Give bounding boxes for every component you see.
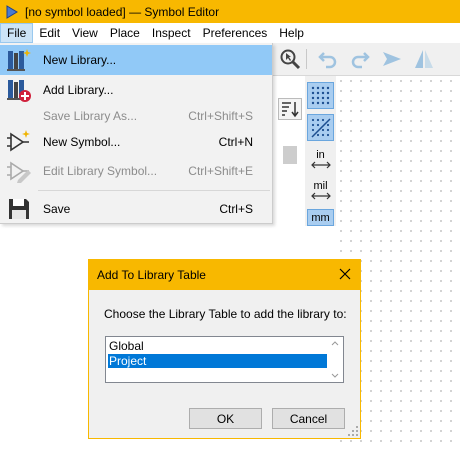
menu-item-label: Edit Library Symbol... [43, 164, 158, 178]
grid-overrides-button[interactable] [307, 114, 334, 141]
add-to-library-table-dialog: Add To Library Table Choose the Library … [88, 259, 361, 439]
units-mils-label: mil [313, 180, 328, 192]
app-icon [6, 4, 18, 19]
list-item-global[interactable]: Global [108, 339, 144, 353]
double-arrow-icon [310, 192, 331, 200]
save-icon [6, 196, 32, 222]
library-table-list[interactable]: Global Project [105, 336, 344, 383]
cancel-button[interactable]: Cancel [272, 408, 345, 429]
menu-item-edit-library-symbol[interactable]: Edit Library Symbol... Ctrl+Shift+E [0, 156, 272, 186]
menu-item-save[interactable]: Save Ctrl+S [0, 194, 272, 224]
sort-button[interactable] [278, 98, 302, 120]
units-mm-button[interactable]: mm [307, 209, 334, 226]
menu-item-new-symbol[interactable]: New Symbol... Ctrl+N [0, 127, 272, 157]
close-icon[interactable] [338, 267, 352, 281]
grid-icon [311, 86, 329, 104]
menu-item-label: Add Library... [43, 83, 114, 97]
file-menu-dropdown: New Library... Add Library... Save Libra… [0, 43, 273, 224]
menu-view[interactable]: View [66, 23, 104, 43]
menu-item-shortcut: Ctrl+N [218, 135, 253, 149]
left-toolbar: in mil mm [305, 76, 336, 226]
menu-bar: File Edit View Place Inspect Preferences… [0, 23, 460, 44]
zoom-selection-button[interactable] [278, 47, 302, 71]
list-item-project[interactable]: Project [108, 354, 327, 368]
menu-separator [38, 190, 270, 191]
sort-icon [282, 102, 299, 118]
units-mils-button[interactable]: mil [307, 177, 334, 204]
rotate-button[interactable] [380, 47, 404, 71]
mirror-button[interactable] [412, 47, 436, 71]
add-library-icon [6, 77, 32, 103]
menu-item-shortcut: Ctrl+Shift+S [188, 109, 253, 123]
menu-place[interactable]: Place [104, 23, 146, 43]
dialog-title-bar: Add To Library Table [89, 260, 360, 290]
menu-item-label: Save Library As... [43, 109, 138, 123]
library-panel [272, 76, 305, 226]
menu-file[interactable]: File [0, 23, 34, 43]
grid-overrides-icon [310, 117, 331, 138]
zoom-selection-icon [280, 49, 301, 70]
menu-item-label: New Library... [43, 53, 117, 67]
main-toolbar [272, 43, 460, 76]
mirror-icon [415, 50, 433, 68]
panel-scrollbar[interactable] [283, 146, 297, 164]
menu-item-new-library[interactable]: New Library... [0, 45, 272, 75]
scroll-arrows-icon [331, 341, 339, 378]
menu-help[interactable]: Help [273, 23, 310, 43]
menu-edit[interactable]: Edit [33, 23, 66, 43]
window-title: [no symbol loaded] — Symbol Editor [25, 4, 220, 19]
dialog-prompt: Choose the Library Table to add the libr… [104, 307, 347, 321]
double-arrow-icon [310, 161, 331, 169]
edit-symbol-icon [6, 158, 32, 184]
redo-icon [351, 52, 370, 69]
undo-icon [318, 52, 337, 69]
menu-preferences[interactable]: Preferences [197, 23, 274, 43]
menu-item-label: New Symbol... [43, 135, 121, 149]
units-mm-label: mm [311, 212, 330, 224]
units-inches-button[interactable]: in [307, 146, 334, 173]
rotate-icon [383, 52, 401, 66]
resize-grip-icon[interactable] [348, 426, 358, 436]
new-symbol-icon [6, 129, 32, 155]
menu-item-label: Save [43, 202, 71, 216]
title-bar: [no symbol loaded] — Symbol Editor [0, 0, 460, 23]
dialog-title: Add To Library Table [97, 268, 206, 282]
menu-item-shortcut: Ctrl+Shift+E [188, 164, 253, 178]
redo-button[interactable] [348, 47, 372, 71]
undo-button[interactable] [316, 47, 340, 71]
grid-toggle-button[interactable] [307, 82, 334, 109]
units-inches-label: in [316, 149, 325, 161]
list-scrollbar[interactable] [327, 337, 343, 382]
new-library-icon [6, 47, 32, 73]
menu-item-shortcut: Ctrl+S [219, 202, 253, 216]
ok-button[interactable]: OK [189, 408, 262, 429]
menu-inspect[interactable]: Inspect [146, 23, 197, 43]
